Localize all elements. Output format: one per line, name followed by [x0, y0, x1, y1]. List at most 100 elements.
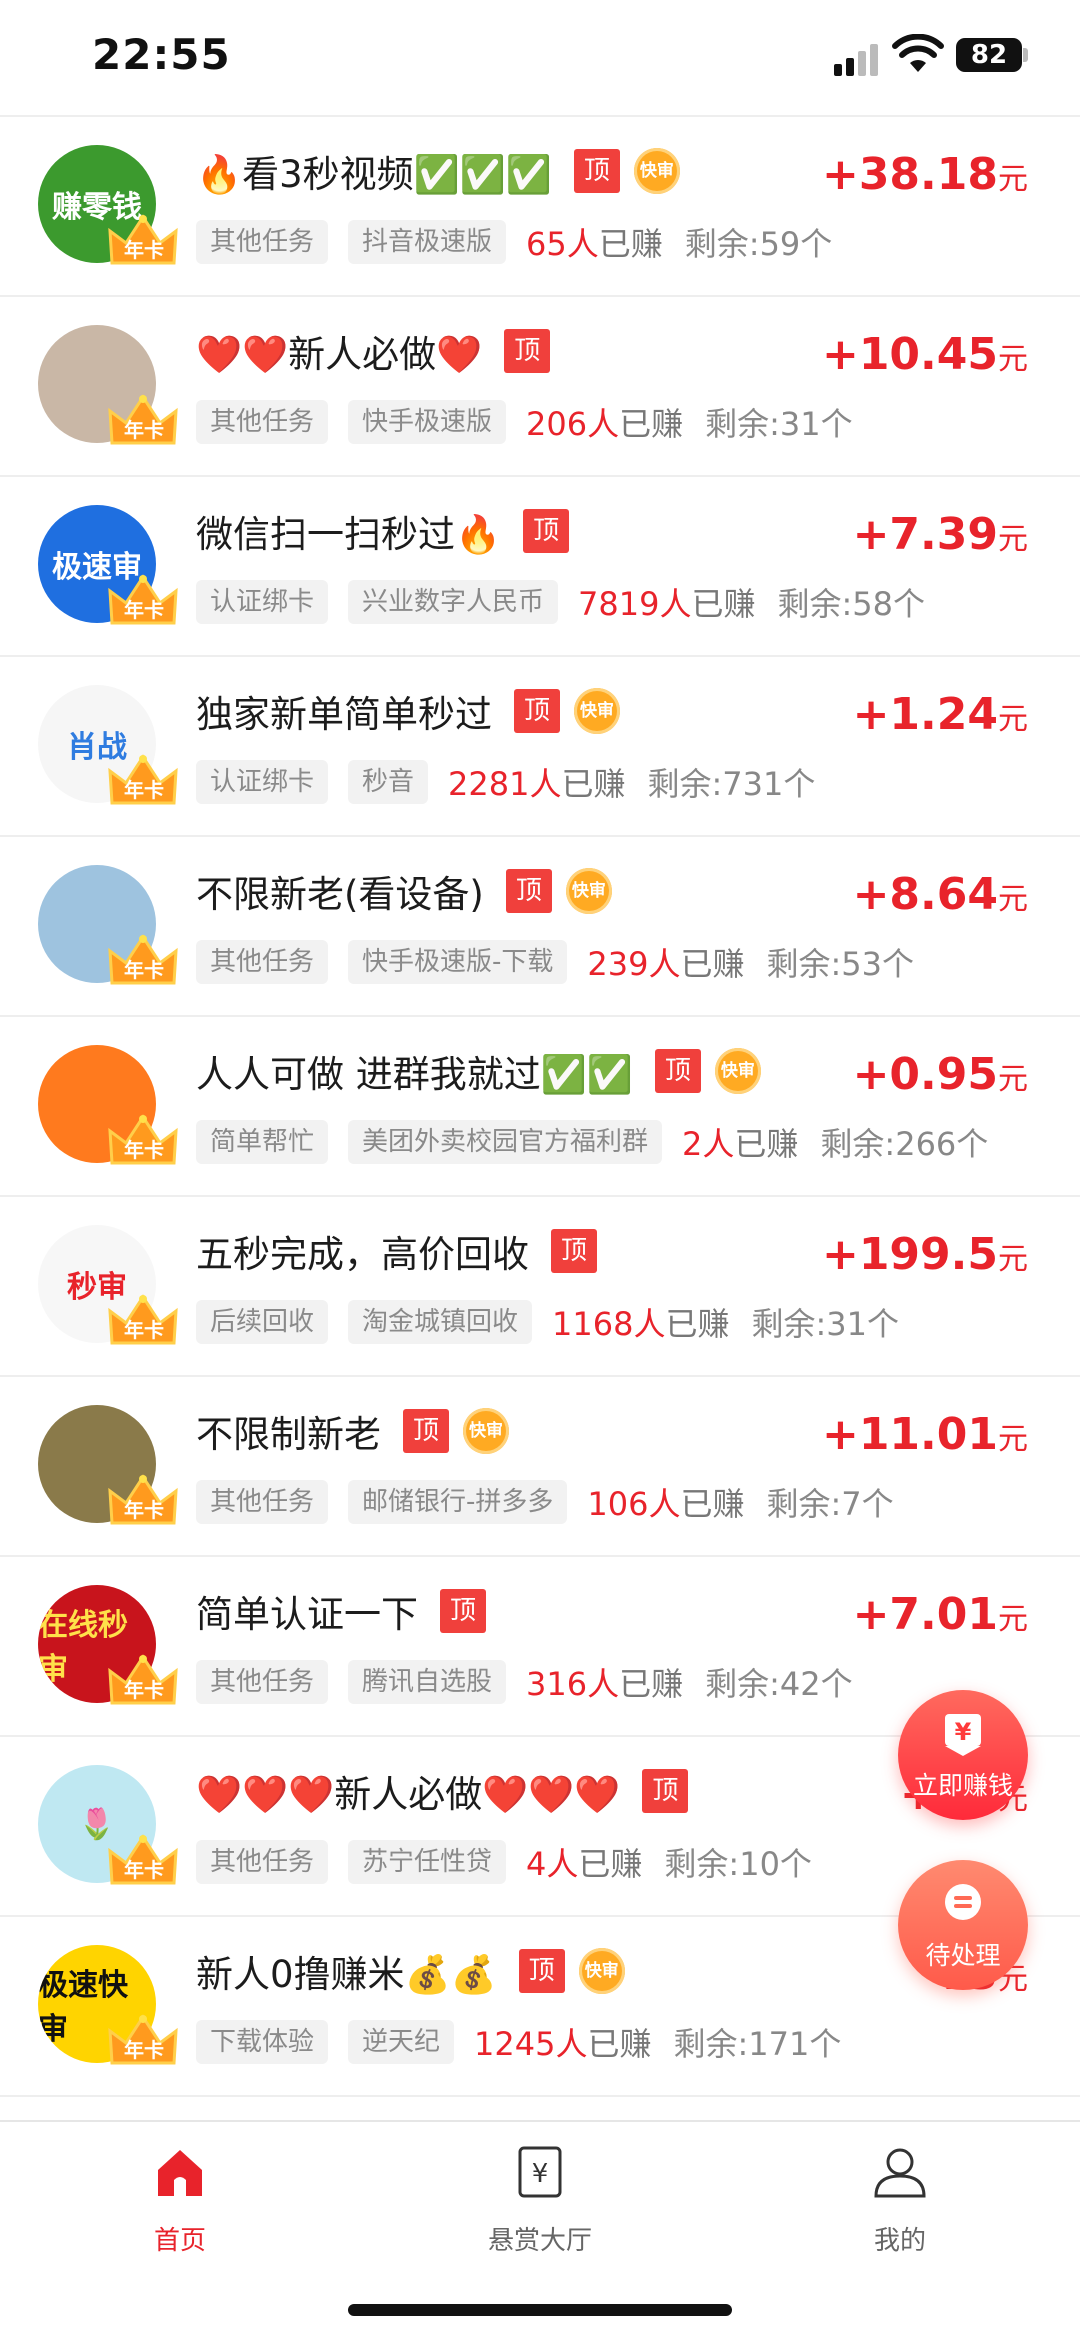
- bounty-icon: ¥: [518, 2146, 562, 2198]
- earned-count: 1245人: [474, 2025, 588, 2063]
- top-badge: 顶: [518, 1949, 565, 1993]
- crown-icon: 年卡: [108, 1113, 178, 1169]
- crown-label: 年卡: [124, 2038, 164, 2062]
- top-badge: 顶: [654, 1049, 701, 1093]
- top-badge: 顶: [504, 329, 551, 373]
- yuan-icon: ¥: [945, 1714, 981, 1756]
- task-category-tag: 其他任务: [196, 400, 329, 444]
- task-row[interactable]: 年卡 人人可做 进群我就过✅✅ 顶快审 +0.95元 简单帮忙 美团外卖校园官方…: [0, 1017, 1080, 1197]
- crown-label: 年卡: [124, 238, 164, 262]
- cellular-signal-icon: [834, 42, 878, 76]
- task-title: 微信扫一扫秒过🔥 顶: [196, 503, 570, 559]
- earned-count: 4人: [526, 1845, 579, 1883]
- earned-label: 已赚: [680, 1485, 745, 1523]
- home-indicator: [348, 2304, 732, 2316]
- task-meta: 认证绑卡 秒音 2281人 已赚 剩余:731个: [196, 759, 815, 805]
- task-app-tag: 快手极速版-下载: [348, 940, 568, 984]
- task-meta: 其他任务 快手极速版 206人 已赚 剩余:31个: [196, 399, 853, 445]
- fast-review-badge: 快审: [714, 1048, 761, 1094]
- task-price: +1.24元: [853, 689, 1028, 740]
- earned-count: 2人: [682, 1125, 735, 1163]
- task-row[interactable]: 肖战 年卡 独家新单简单秒过 顶快审 +1.24元 认证绑卡 秒音 2281人 …: [0, 657, 1080, 837]
- task-app-tag: 快手极速版: [348, 400, 507, 444]
- battery-icon: 82: [956, 38, 1022, 72]
- task-row[interactable]: 年卡 不限制新老 顶快审 +11.01元 其他任务 邮储银行-拼多多 106人 …: [0, 1377, 1080, 1557]
- crown-label: 年卡: [124, 598, 164, 622]
- top-badge: 顶: [523, 509, 570, 553]
- top-badge: 顶: [440, 1589, 486, 1633]
- earned-label: 已赚: [734, 1125, 799, 1163]
- task-price-value: +1.24: [852, 689, 998, 740]
- task-price-unit: 元: [998, 702, 1028, 737]
- crown-label: 年卡: [124, 1858, 164, 1882]
- remaining-count: 剩余:53个: [766, 945, 915, 983]
- task-title-text: 新人0撸赚米💰💰: [196, 1953, 497, 1996]
- status-time: 22:55: [92, 30, 231, 79]
- svg-text:¥: ¥: [532, 2159, 549, 2189]
- task-category-tag: 下载体验: [196, 2020, 329, 2064]
- remaining-count: 剩余:266个: [820, 1125, 989, 1163]
- task-price-unit: 元: [998, 162, 1028, 197]
- earned-count: 2281人: [448, 765, 562, 803]
- task-meta: 简单帮忙 美团外卖校园官方福利群 2人 已赚 剩余:266个: [196, 1119, 988, 1165]
- task-title-text: 微信扫一扫秒过🔥: [196, 513, 502, 556]
- earned-label: 已赚: [578, 1845, 643, 1883]
- crown-icon: 年卡: [108, 1653, 178, 1709]
- tab-bounty-label: 悬赏大厅: [487, 2226, 592, 2256]
- task-price: +10.45元: [822, 329, 1028, 380]
- crown-label: 年卡: [124, 418, 164, 442]
- task-row[interactable]: 年卡 ❤️❤️新人必做❤️ 顶 +10.45元 其他任务 快手极速版 206人 …: [0, 297, 1080, 477]
- task-category-tag: 认证绑卡: [196, 580, 329, 624]
- task-category-tag: 简单帮忙: [196, 1120, 329, 1164]
- task-category-tag: 其他任务: [196, 1840, 329, 1884]
- task-price-unit: 元: [998, 1602, 1028, 1637]
- task-category-tag: 其他任务: [196, 1480, 329, 1524]
- fast-review-badge: 快审: [463, 1408, 509, 1454]
- tab-profile[interactable]: 我的: [800, 2144, 1000, 2257]
- task-price: +38.18元: [822, 149, 1028, 200]
- earned-label: 已赚: [598, 225, 663, 263]
- task-row[interactable]: 赚零钱 年卡 🔥看3秒视频✅✅✅ 顶快审 +38.18元 其他任务 抖音极速版 …: [0, 117, 1080, 297]
- earned-label: 已赚: [619, 1665, 684, 1703]
- crown-label: 年卡: [124, 1678, 164, 1702]
- task-title-text: 独家新单简单秒过: [196, 693, 492, 736]
- crown-icon: 年卡: [108, 1473, 178, 1529]
- task-category-tag: 其他任务: [196, 940, 329, 984]
- task-title: 不限新老(看设备) 顶快审: [196, 863, 612, 919]
- task-app-tag: 邮储银行-拼多多: [348, 1480, 568, 1524]
- task-app-tag: 苏宁任性贷: [348, 1840, 507, 1884]
- earn-now-button[interactable]: ¥ 立即赚钱: [898, 1690, 1028, 1820]
- earned-label: 已赚: [587, 2025, 652, 2063]
- pending-label: 待处理: [925, 1941, 1001, 1970]
- earned-count: 106人: [587, 1485, 681, 1523]
- task-title: 五秒完成，高价回收 顶: [196, 1223, 597, 1279]
- crown-icon: 年卡: [108, 1293, 178, 1349]
- top-badge: 顶: [642, 1769, 689, 1813]
- task-app-tag: 美团外卖校园官方福利群: [348, 1120, 663, 1164]
- task-row[interactable]: 秒审 年卡 五秒完成，高价回收 顶 +199.5元 后续回收 淘金城镇回收 11…: [0, 1197, 1080, 1377]
- task-title-text: 五秒完成，高价回收: [196, 1233, 529, 1276]
- remaining-count: 剩余:31个: [705, 405, 853, 443]
- task-row[interactable]: 极速审 年卡 微信扫一扫秒过🔥 顶 +7.39元 认证绑卡 兴业数字人民币 78…: [0, 477, 1080, 657]
- remaining-count: 剩余:58个: [777, 585, 926, 623]
- task-title-text: 简单认证一下: [196, 1593, 418, 1636]
- task-category-tag: 后续回收: [196, 1300, 329, 1344]
- crown-label: 年卡: [124, 1498, 164, 1522]
- task-price-value: +7.01: [852, 1589, 998, 1640]
- tab-home[interactable]: 首页: [80, 2144, 280, 2257]
- remaining-count: 剩余:10个: [664, 1845, 812, 1883]
- task-row[interactable]: 年卡 不限新老(看设备) 顶快审 +8.64元 其他任务 快手极速版-下载 23…: [0, 837, 1080, 1017]
- task-price-value: +199.5: [821, 1229, 998, 1280]
- task-title: ❤️❤️新人必做❤️ 顶: [196, 323, 551, 379]
- task-price: +7.01元: [853, 1589, 1028, 1640]
- tab-bounty-hall[interactable]: ¥ 悬赏大厅: [440, 2144, 640, 2257]
- user-icon: [874, 2148, 926, 2198]
- task-price-value: +11.01: [821, 1409, 998, 1460]
- earned-label: 已赚: [619, 405, 684, 443]
- task-title: 简单认证一下 顶: [196, 1583, 486, 1639]
- crown-icon: 年卡: [108, 573, 178, 629]
- earned-label: 已赚: [665, 1305, 730, 1343]
- pending-button[interactable]: 待处理: [898, 1860, 1028, 1990]
- task-price-unit: 元: [998, 882, 1028, 917]
- task-price-value: +8.64: [852, 869, 998, 920]
